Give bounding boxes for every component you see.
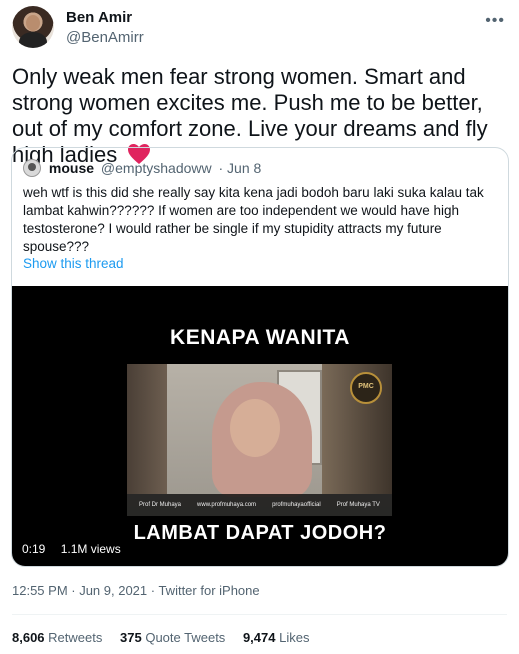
author-handle[interactable]: @BenAmirr [66,29,144,46]
show-thread-link[interactable]: Show this thread [23,256,124,271]
channel-logo-icon: PMC [350,372,382,404]
social-instagram: profmuhayaofficial [272,502,321,508]
channel-logo-text: PMC [358,383,374,390]
video-views: 1.1M views [60,542,121,556]
quoted-tweet-date[interactable]: · Jun 8 [219,160,262,176]
retweets-stat[interactable]: 8,606 Retweets [12,630,102,645]
quote-tweets-label: Quote Tweets [145,630,226,645]
tweet-stats: 8,606 Retweets 375 Quote Tweets 9,474 Li… [12,630,323,645]
likes-label: Likes [279,630,310,645]
video-caption-top: KENAPA WANITA [170,326,350,349]
author-info[interactable]: Ben Amir @BenAmirr [66,9,144,46]
video-frame: PMC Prof Dr Muhaya www.profmuhaya.com pr… [127,364,392,516]
author-name[interactable]: Ben Amir [66,9,144,26]
social-facebook: Prof Dr Muhaya [139,502,182,508]
video-meta: 0:19 1.1M views [22,542,133,556]
social-youtube: Prof Muhaya TV [336,502,380,508]
video-player[interactable]: KENAPA WANITA PMC Prof Dr Muhaya www.pro… [12,286,508,566]
video-duration: 0:19 [22,542,46,556]
quoted-author-handle[interactable]: @emptyshadoww [101,160,212,176]
quoted-author-avatar[interactable] [23,159,41,177]
quoted-tweet-text: weh wtf is this did she really say kita … [23,185,484,254]
tweet-timestamp[interactable]: 12:55 PM · Jun 9, 2021 · Twitter for iPh… [12,583,260,598]
retweets-count: 8,606 [12,630,45,645]
quoted-tweet[interactable]: mouse @emptyshadoww · Jun 8 weh wtf is t… [11,147,509,567]
quote-tweets-stat[interactable]: 375 Quote Tweets [120,630,225,645]
tweet-header: Ben Amir @BenAmirr ••• [12,4,507,54]
more-options-icon[interactable]: ••• [485,12,505,30]
likes-stat[interactable]: 9,474 Likes [243,630,310,645]
quoted-author-name[interactable]: mouse [49,160,94,176]
author-avatar[interactable] [12,6,54,48]
social-website: www.profmuhaya.com [197,502,257,508]
quote-tweets-count: 375 [120,630,142,645]
quoted-tweet-header: mouse @emptyshadoww · Jun 8 [23,159,261,177]
divider [12,614,507,615]
retweets-label: Retweets [48,630,103,645]
video-social-bar: Prof Dr Muhaya www.profmuhaya.com profmu… [127,494,392,516]
likes-count: 9,474 [242,630,276,645]
